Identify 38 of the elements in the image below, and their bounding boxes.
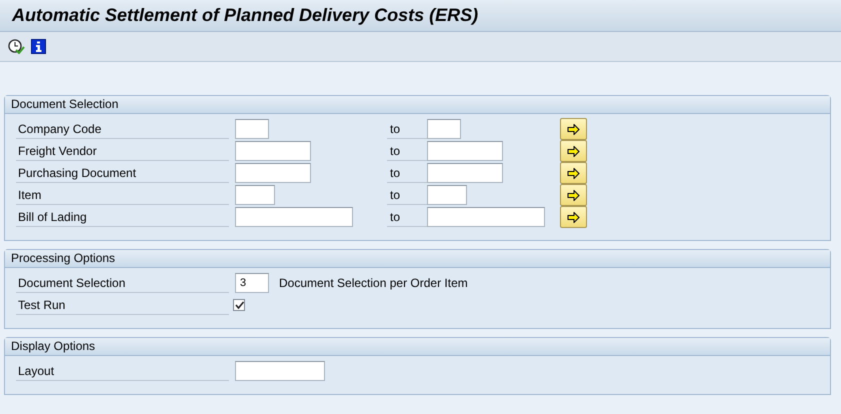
from-input-field[interactable] xyxy=(235,163,311,183)
field-label: Freight Vendor xyxy=(16,142,229,160)
section-title: Display Options xyxy=(5,338,830,356)
arrow-right-icon xyxy=(567,190,580,200)
input-field[interactable]: 3 xyxy=(235,273,269,293)
arrow-right-icon xyxy=(567,146,580,156)
arrow-right-icon xyxy=(567,168,580,178)
to-input-field[interactable] xyxy=(427,207,545,227)
arrow-right-icon xyxy=(567,124,580,134)
multiple-selection-button[interactable] xyxy=(560,140,587,162)
to-input-field[interactable] xyxy=(427,163,503,183)
to-input-field[interactable] xyxy=(427,119,461,139)
field-label: Item xyxy=(16,186,229,204)
window-title: Automatic Settlement of Planned Delivery Costs (ERS) xyxy=(12,5,478,26)
section-title: Processing Options xyxy=(5,250,830,268)
field-label: Document Selection xyxy=(16,274,229,292)
field-description: Document Selection per Order Item xyxy=(279,276,468,290)
clock-check-icon[interactable] xyxy=(8,39,25,54)
field-label: Company Code xyxy=(16,120,229,138)
from-input-field[interactable] xyxy=(235,119,269,139)
info-icon[interactable] xyxy=(31,39,46,54)
field-label: Bill of Lading xyxy=(16,208,229,226)
field-label: Purchasing Document xyxy=(16,164,229,182)
to-input-field[interactable] xyxy=(427,141,503,161)
from-input-field[interactable] xyxy=(235,207,353,227)
input-field[interactable] xyxy=(235,361,325,381)
multiple-selection-button[interactable] xyxy=(560,118,587,140)
to-input-field[interactable] xyxy=(427,185,467,205)
multiple-selection-button[interactable] xyxy=(560,206,587,228)
section-title: Document Selection xyxy=(5,96,830,114)
from-input-field[interactable] xyxy=(235,141,311,161)
from-input-field[interactable] xyxy=(235,185,275,205)
field-label: Layout xyxy=(16,362,229,380)
multiple-selection-button[interactable] xyxy=(560,162,587,184)
arrow-right-icon xyxy=(567,212,580,222)
field-label: Test Run xyxy=(16,296,229,314)
multiple-selection-button[interactable] xyxy=(560,184,587,206)
checkbox[interactable] xyxy=(233,299,245,311)
